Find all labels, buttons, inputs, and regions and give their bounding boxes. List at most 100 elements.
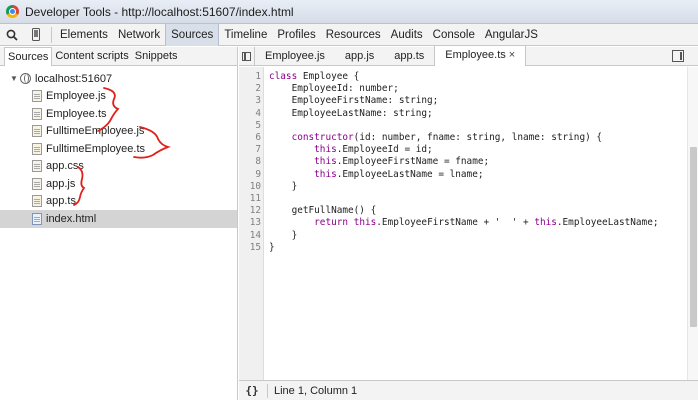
code-line[interactable]: 14 } <box>239 230 698 242</box>
editor-tab-label: Employee.ts <box>445 49 506 61</box>
code-text: return this.EmployeeFirstName + ' ' + th… <box>314 217 659 229</box>
line-number[interactable]: 15 <box>239 242 261 254</box>
editor-tab-employee-js[interactable]: Employee.js <box>255 47 335 66</box>
tree-file-app-js[interactable]: app.js <box>0 175 237 193</box>
line-number[interactable]: 1 <box>239 71 261 83</box>
device-mode-icon[interactable] <box>24 24 48 46</box>
code-text: getFullName() { <box>269 205 377 217</box>
tab-audits[interactable]: Audits <box>386 24 428 46</box>
tab-resources[interactable]: Resources <box>321 24 386 46</box>
editor-tab-app-ts[interactable]: app.ts <box>384 47 434 66</box>
line-number[interactable]: 11 <box>239 193 261 205</box>
tree-file-app-ts[interactable]: app.ts <box>0 193 237 211</box>
line-number[interactable]: 13 <box>239 217 261 229</box>
tree-file-fulltimeemployee-ts[interactable]: FulltimeEmployee.ts <box>0 140 237 158</box>
code-text: } <box>269 241 275 253</box>
code-line[interactable]: 3 EmployeeFirstName: string; <box>239 95 698 107</box>
window-titlebar: Developer Tools - http://localhost:51607… <box>0 0 698 24</box>
code-line[interactable]: 4 EmployeeLastName: string; <box>239 108 698 120</box>
editor-tab-app-js[interactable]: app.js <box>335 47 384 66</box>
navigator-tab-snippets[interactable]: Snippets <box>132 47 181 66</box>
file-tree: ▼ localhost:51607 Employee.js Employee.t… <box>0 66 237 228</box>
tree-file-index-html[interactable]: index.html <box>0 210 237 228</box>
code-line[interactable]: 11 <box>239 193 698 205</box>
window-title: Developer Tools - http://localhost:51607… <box>25 4 294 19</box>
code-line[interactable]: 8 this.EmployeeFirstName = fname; <box>239 156 698 168</box>
editor-tabs: Employee.js app.js app.ts Employee.ts × <box>239 46 698 66</box>
file-icon <box>32 107 42 120</box>
file-icon <box>32 90 42 103</box>
code-line[interactable]: 1 class Employee { <box>239 71 698 83</box>
tab-angularjs[interactable]: AngularJS <box>480 24 543 46</box>
line-number[interactable]: 10 <box>239 181 261 193</box>
pretty-print-icon[interactable]: {} <box>241 384 263 397</box>
globe-icon <box>20 73 31 85</box>
vertical-scrollbar[interactable] <box>687 67 698 380</box>
line-number[interactable]: 4 <box>239 108 261 120</box>
line-number[interactable]: 14 <box>239 230 261 242</box>
line-number[interactable]: 6 <box>239 132 261 144</box>
code-line[interactable]: 5 <box>239 120 698 132</box>
tree-file-employee-ts[interactable]: Employee.ts <box>0 105 237 123</box>
code-text: EmployeeFirstName: string; <box>269 95 439 107</box>
close-tab-icon[interactable]: × <box>509 49 515 61</box>
code-line[interactable]: 12 getFullName() { <box>239 205 698 217</box>
search-icon[interactable] <box>0 24 24 46</box>
code-line[interactable]: 13 return this.EmployeeFirstName + ' ' +… <box>239 217 698 229</box>
file-icon <box>32 125 42 138</box>
code-text: this.EmployeeLastName = lname; <box>314 168 484 180</box>
toolbar-separator <box>51 26 52 43</box>
navigator-tab-sources[interactable]: Sources <box>4 46 53 66</box>
line-number[interactable]: 9 <box>239 169 261 181</box>
file-label: app.ts <box>46 195 76 208</box>
file-label: Employee.ts <box>46 107 107 120</box>
code-line[interactable]: 6 constructor(id: number, fname: string,… <box>239 132 698 144</box>
code-line[interactable]: 2 EmployeeId: number; <box>239 83 698 95</box>
code-text: EmployeeId: number; <box>269 83 399 95</box>
code-area[interactable]: 1 class Employee {2 EmployeeId: number; 3 … <box>239 67 698 380</box>
editor-statusbar: {} Line 1, Column 1 <box>239 380 698 400</box>
tree-root-label: localhost:51607 <box>35 72 113 85</box>
line-number[interactable]: 2 <box>239 83 261 95</box>
tab-timeline[interactable]: Timeline <box>219 24 272 46</box>
line-number[interactable]: 5 <box>239 120 261 132</box>
tree-root-localhost[interactable]: ▼ localhost:51607 <box>0 70 237 88</box>
toggle-navigator-icon[interactable] <box>239 46 255 66</box>
tree-file-app-css[interactable]: app.css <box>0 158 237 176</box>
navigator-tab-content-scripts[interactable]: Content scripts <box>52 47 131 66</box>
line-number[interactable]: 8 <box>239 156 261 168</box>
chrome-icon <box>6 5 19 18</box>
line-number[interactable]: 7 <box>239 144 261 156</box>
scrollbar-thumb[interactable] <box>690 147 697 327</box>
code-line[interactable]: 15} <box>239 242 698 254</box>
html-file-icon <box>32 212 42 225</box>
file-icon <box>32 177 42 190</box>
file-icon <box>32 142 42 155</box>
code-text: constructor(id: number, fname: string, l… <box>291 132 603 143</box>
code-text: this.EmployeeId = id; <box>314 144 433 156</box>
file-label: Employee.js <box>46 90 106 103</box>
code-line[interactable]: 10 } <box>239 181 698 193</box>
editor-tab-employee-ts[interactable]: Employee.ts × <box>434 46 527 66</box>
file-icon <box>32 195 42 208</box>
code-text: } <box>269 180 298 192</box>
code-line[interactable]: 7 this.EmployeeId = id; <box>239 144 698 156</box>
line-number[interactable]: 12 <box>239 205 261 217</box>
tree-file-fulltimeemployee-js[interactable]: FulltimeEmployee.js <box>0 123 237 141</box>
file-icon <box>32 160 42 173</box>
tab-profiles[interactable]: Profiles <box>272 24 320 46</box>
tab-sources[interactable]: Sources <box>165 23 220 46</box>
file-label: FulltimeEmployee.ts <box>46 142 146 155</box>
sources-navigator: Sources Content scripts Snippets ▼ local… <box>0 46 238 400</box>
line-number[interactable]: 3 <box>239 95 261 107</box>
tab-elements[interactable]: Elements <box>55 24 113 46</box>
cursor-position: Line 1, Column 1 <box>274 384 358 397</box>
tab-network[interactable]: Network <box>113 24 165 46</box>
expand-triangle-icon[interactable]: ▼ <box>10 74 20 83</box>
tab-console[interactable]: Console <box>428 24 480 46</box>
code-line[interactable]: 9 this.EmployeeLastName = lname; <box>239 169 698 181</box>
code-text: } <box>269 229 298 241</box>
tree-file-employee-js[interactable]: Employee.js <box>0 88 237 106</box>
toggle-debugger-icon[interactable] <box>672 50 684 62</box>
file-label: app.js <box>46 177 76 190</box>
